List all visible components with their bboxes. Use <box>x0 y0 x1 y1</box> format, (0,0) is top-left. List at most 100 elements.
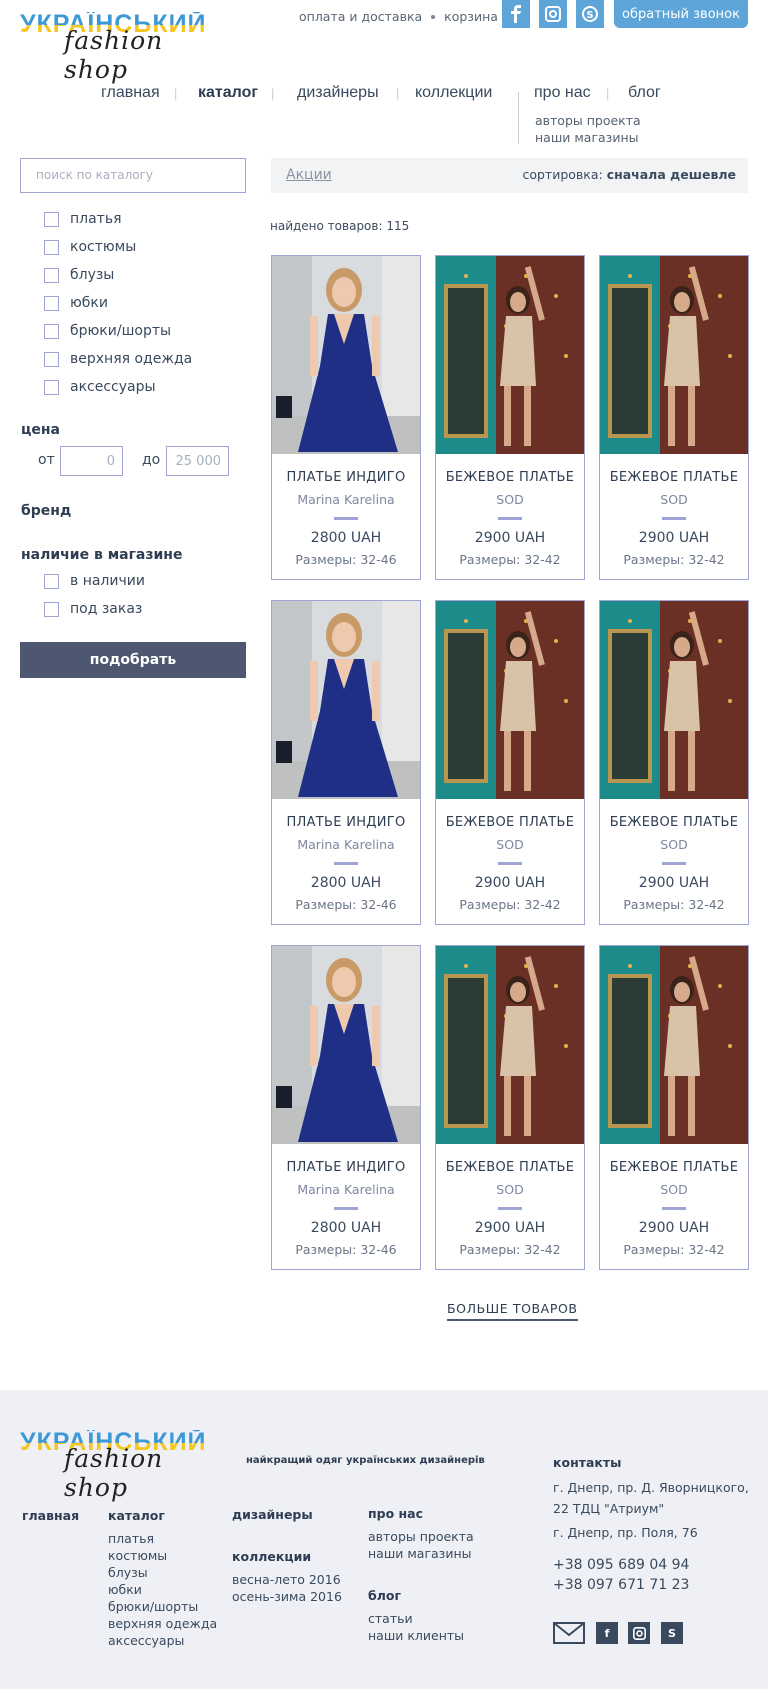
product-sizes: Размеры: 32-42 <box>623 897 725 912</box>
product-name[interactable]: БЕЖЕВОЕ ПЛАТЬЕ <box>436 1160 584 1175</box>
checkbox[interactable] <box>44 267 59 283</box>
catalog-toolbar: Акции сортировка: сначала дешевле <box>271 158 748 193</box>
product-image[interactable] <box>600 601 748 799</box>
nav-home[interactable]: главная <box>101 84 160 102</box>
product-name[interactable]: БЕЖЕВОЕ ПЛАТЬЕ <box>436 470 584 485</box>
stock-filter-order[interactable]: под заказ <box>44 601 142 617</box>
skype-icon[interactable]: S <box>576 0 604 28</box>
checkbox[interactable] <box>44 323 59 339</box>
contact-phone-1[interactable]: +38 095 689 04 94 <box>553 1555 689 1575</box>
checkbox[interactable] <box>44 295 59 311</box>
category-filter-accessories[interactable]: аксессуары <box>44 379 156 395</box>
facebook-icon[interactable] <box>502 0 530 28</box>
product-image[interactable] <box>436 946 584 1144</box>
subnav-shops[interactable]: наши магазины <box>535 129 641 146</box>
product-name[interactable]: БЕЖЕВОЕ ПЛАТЬЕ <box>600 815 748 830</box>
footer-catalog-item[interactable]: аксессуары <box>108 1632 217 1649</box>
footer-catalog-item[interactable]: брюки/шорты <box>108 1598 217 1615</box>
contact-phone-2[interactable]: +38 097 671 71 23 <box>553 1575 689 1595</box>
checkbox[interactable] <box>44 379 59 395</box>
product-card[interactable]: БЕЖЕВОЕ ПЛАТЬЕ SOD 2900 UAH Размеры: 32-42 <box>599 600 749 925</box>
product-price: 2900 UAH <box>474 1220 546 1236</box>
product-image[interactable] <box>272 946 420 1144</box>
nav-designers[interactable]: дизайнеры <box>297 84 379 102</box>
product-card[interactable]: БЕЖЕВОЕ ПЛАТЬЕ SOD 2900 UAH Размеры: 32-42 <box>435 945 585 1270</box>
category-filter-trousers[interactable]: брюки/шорты <box>44 323 171 339</box>
footer-blog-item[interactable]: статьи <box>368 1610 464 1627</box>
footer-link-home[interactable]: главная <box>22 1508 79 1523</box>
stock-filter-available[interactable]: в наличии <box>44 573 145 589</box>
product-name[interactable]: ПЛАТЬЕ ИНДИГО <box>272 470 420 485</box>
product-card[interactable]: БЕЖЕВОЕ ПЛАТЬЕ SOD 2900 UAH Размеры: 32-42 <box>599 945 749 1270</box>
footer-link-catalog[interactable]: каталог <box>108 1508 165 1523</box>
category-filter-blouses[interactable]: блузы <box>44 267 114 283</box>
delivery-link[interactable]: оплата и доставка <box>299 9 422 24</box>
nav-blog[interactable]: блог <box>628 84 661 102</box>
sort-value[interactable]: сначала дешевле <box>607 167 736 182</box>
product-image[interactable] <box>436 256 584 454</box>
product-price: 2800 UAH <box>310 530 382 546</box>
category-filter-dresses[interactable]: платья <box>44 211 122 227</box>
footer-collection-item[interactable]: осень-зима 2016 <box>232 1588 342 1605</box>
catalog-search-input[interactable]: поиск по каталогу <box>20 158 246 193</box>
footer-link-collections[interactable]: коллекции <box>232 1549 311 1564</box>
footer-about-item[interactable]: авторы проекта <box>368 1528 474 1545</box>
category-filter-skirts[interactable]: юбки <box>44 295 108 311</box>
footer-blog-item[interactable]: наши клиенты <box>368 1627 464 1644</box>
facebook-icon[interactable]: f <box>596 1622 618 1644</box>
product-image[interactable] <box>436 601 584 799</box>
checkbox[interactable] <box>44 601 59 617</box>
product-card[interactable]: ПЛАТЬЕ ИНДИГО Marina Karelina 2800 UAH Разм… <box>271 255 421 580</box>
subnav-authors[interactable]: авторы проекта <box>535 112 641 129</box>
footer-about-item[interactable]: наши магазины <box>368 1545 474 1562</box>
brand-filter[interactable]: бренд <box>21 503 71 519</box>
product-name[interactable]: ПЛАТЬЕ ИНДИГО <box>272 815 420 830</box>
footer-link-about[interactable]: про нас <box>368 1506 423 1521</box>
product-card[interactable]: БЕЖЕВОЕ ПЛАТЬЕ SOD 2900 UAH Размеры: 32-42 <box>435 600 585 925</box>
checkbox[interactable] <box>44 573 59 589</box>
footer-catalog-item[interactable]: костюмы <box>108 1547 217 1564</box>
site-logo[interactable]: УКРАЇНСЬКИЙ fashion shop <box>20 12 220 85</box>
more-products-button[interactable]: БОЛЬШЕ ТОВАРОВ <box>447 1301 578 1321</box>
footer-collection-item[interactable]: весна-лето 2016 <box>232 1571 342 1588</box>
nav-catalog[interactable]: каталог <box>198 84 258 102</box>
footer-link-designers[interactable]: дизайнеры <box>232 1507 313 1522</box>
footer-logo[interactable]: УКРАЇНСЬКИЙ fashion shop <box>20 1430 220 1503</box>
checkbox[interactable] <box>44 351 59 367</box>
product-name[interactable]: БЕЖЕВОЕ ПЛАТЬЕ <box>600 470 748 485</box>
product-image[interactable] <box>600 946 748 1144</box>
product-card[interactable]: ПЛАТЬЕ ИНДИГО Marina Karelina 2800 UAH Разм… <box>271 600 421 925</box>
checkbox[interactable] <box>44 239 59 255</box>
skype-icon[interactable]: S <box>661 1622 683 1644</box>
footer-catalog-item[interactable]: блузы <box>108 1564 217 1581</box>
mail-icon[interactable] <box>553 1622 585 1644</box>
footer-catalog-item[interactable]: платья <box>108 1530 217 1547</box>
category-filter-suits[interactable]: костюмы <box>44 239 136 255</box>
product-image[interactable] <box>600 256 748 454</box>
nav-collections[interactable]: коллекции <box>415 84 492 102</box>
product-price: 2900 UAH <box>638 530 710 546</box>
product-image[interactable] <box>272 601 420 799</box>
promo-link[interactable]: Акции <box>286 167 332 183</box>
price-from-input[interactable]: 0 <box>60 446 123 476</box>
product-name[interactable]: БЕЖЕВОЕ ПЛАТЬЕ <box>436 815 584 830</box>
category-filter-outerwear[interactable]: верхняя одежда <box>44 351 192 367</box>
price-to-input[interactable]: 25 000 <box>166 446 229 476</box>
product-card[interactable]: ПЛАТЬЕ ИНДИГО Marina Karelina 2800 UAH Разм… <box>271 945 421 1270</box>
footer-link-blog[interactable]: блог <box>368 1588 401 1603</box>
instagram-icon[interactable] <box>628 1622 650 1644</box>
product-card[interactable]: БЕЖЕВОЕ ПЛАТЬЕ SOD 2900 UAH Размеры: 32-42 <box>599 255 749 580</box>
divider <box>334 862 358 865</box>
instagram-icon[interactable] <box>539 0 567 28</box>
nav-about[interactable]: про нас <box>534 84 591 102</box>
footer-catalog-item[interactable]: верхняя одежда <box>108 1615 217 1632</box>
product-card[interactable]: БЕЖЕВОЕ ПЛАТЬЕ SOD 2900 UAH Размеры: 32-42 <box>435 255 585 580</box>
apply-filter-button[interactable]: подобрать <box>20 642 246 678</box>
product-name[interactable]: ПЛАТЬЕ ИНДИГО <box>272 1160 420 1175</box>
footer-catalog-item[interactable]: юбки <box>108 1581 217 1598</box>
checkbox[interactable] <box>44 211 59 227</box>
product-image[interactable] <box>272 256 420 454</box>
product-name[interactable]: БЕЖЕВОЕ ПЛАТЬЕ <box>600 1160 748 1175</box>
sort-control[interactable]: сортировка: сначала дешевле <box>522 167 736 182</box>
callback-button[interactable]: обратный звонок <box>614 0 748 28</box>
